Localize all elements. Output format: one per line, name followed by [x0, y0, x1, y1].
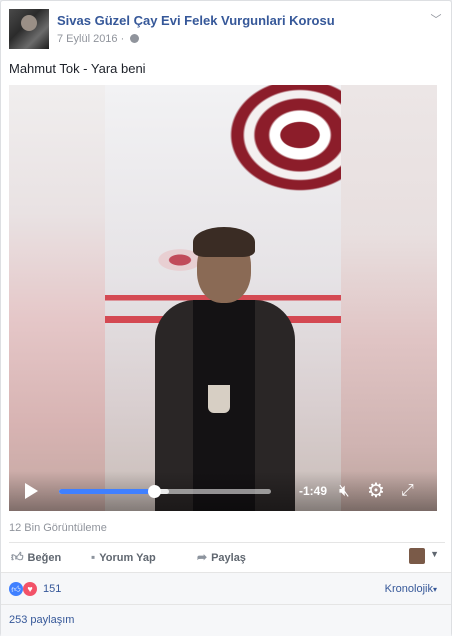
- video-frame: [105, 85, 341, 511]
- meta-separator: ·: [117, 33, 128, 45]
- page-name-link[interactable]: Sivas Güzel Çay Evi Felek Vurgunlari Kor…: [57, 13, 335, 28]
- progress-knob[interactable]: [148, 485, 162, 498]
- post-header: Sivas Güzel Çay Evi Felek Vurgunlari Kor…: [9, 9, 445, 49]
- sort-chevron-down-icon: ▾: [432, 585, 437, 594]
- comment-icon: ▪: [91, 550, 96, 564]
- actor-chevron-down-icon[interactable]: ▼: [430, 549, 439, 559]
- globe-icon: [130, 34, 140, 43]
- person-hair: [193, 227, 255, 257]
- video-blur-right: [341, 85, 437, 511]
- post-meta: 7 Eylül 2016 ·: [57, 33, 140, 45]
- sort-dropdown[interactable]: Kronolojik▾: [385, 583, 437, 595]
- comment-label: Yorum Yap: [99, 552, 156, 564]
- share-label: Paylaş: [211, 552, 246, 564]
- time-remaining: -1:49: [299, 484, 328, 498]
- share-button[interactable]: ➦ Paylaş: [197, 550, 246, 564]
- reaction-count[interactable]: 151: [43, 583, 61, 595]
- sort-label: Kronolojik: [384, 583, 433, 595]
- like-button[interactable]: 👍︎ Beğen: [11, 550, 61, 565]
- fullscreen-icon[interactable]: ⤢: [401, 481, 414, 501]
- progress-fill: [59, 489, 155, 494]
- play-icon[interactable]: [25, 483, 38, 499]
- gear-icon[interactable]: ⚙: [367, 481, 385, 501]
- comment-button[interactable]: ▪ Yorum Yap: [91, 550, 156, 564]
- view-count: 12 Bin Görüntüleme: [9, 522, 107, 534]
- like-label: Beğen: [27, 552, 62, 564]
- shares-bar: 253 paylaşım: [1, 604, 451, 636]
- volume-mute-icon[interactable]: 🔇︎: [339, 481, 350, 501]
- action-bar: 👍︎ Beğen ▪ Yorum Yap ➦ Paylaş ▼: [9, 542, 445, 570]
- like-reaction-icon[interactable]: 👍︎: [9, 582, 23, 596]
- ceiling-ornament-center: [255, 105, 341, 165]
- actor-avatar[interactable]: [409, 548, 425, 564]
- like-icon: 👍︎: [11, 550, 24, 564]
- love-icon[interactable]: ♥: [23, 582, 37, 596]
- share-count[interactable]: 253 paylaşım: [9, 614, 74, 626]
- post-text: Mahmut Tok - Yara beni: [9, 61, 146, 76]
- chevron-down-icon[interactable]: ﹀: [427, 11, 445, 26]
- reactions-bar: 👍︎ ♥ 151 Kronolojik▾: [1, 572, 451, 604]
- video-controls: -1:49 🔇︎ ⚙ ⤢: [9, 471, 437, 511]
- video-player[interactable]: -1:49 🔇︎ ⚙ ⤢: [9, 85, 437, 511]
- progress-track[interactable]: [59, 485, 271, 498]
- share-icon: ➦: [197, 550, 208, 564]
- post-card: Sivas Güzel Çay Evi Felek Vurgunlari Kor…: [0, 0, 452, 636]
- post-date[interactable]: 7 Eylül 2016: [57, 33, 118, 45]
- video-blur-left: [9, 85, 105, 511]
- tea-glass: [208, 385, 230, 413]
- page-avatar[interactable]: [9, 9, 49, 49]
